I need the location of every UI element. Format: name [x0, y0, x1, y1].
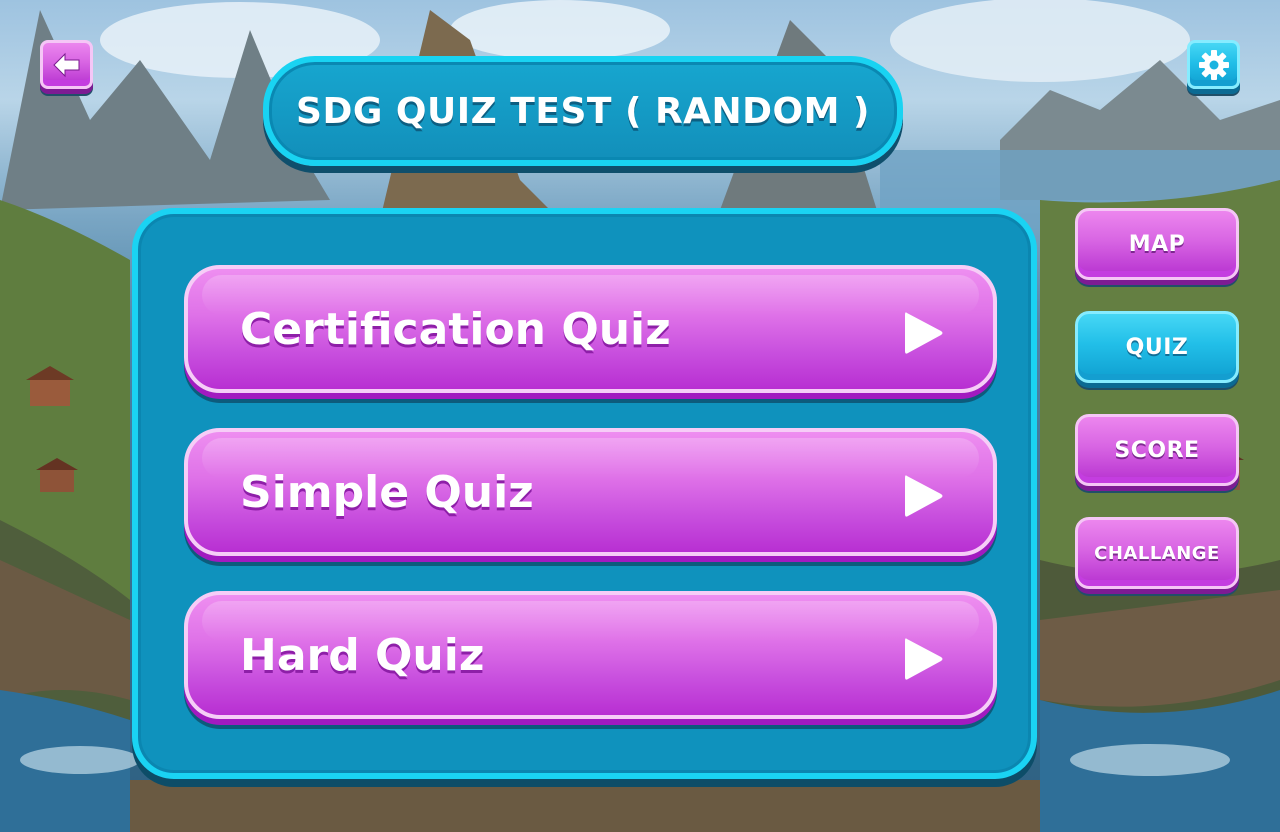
nav-challange-label: CHALLANGE — [1094, 542, 1220, 564]
nav-score-button[interactable]: SCORE — [1075, 414, 1239, 486]
back-arrow-icon — [43, 43, 90, 86]
play-icon — [905, 475, 943, 517]
nav-challange-button[interactable]: CHALLANGE — [1075, 517, 1239, 589]
gear-icon — [1190, 43, 1237, 86]
settings-button[interactable] — [1187, 40, 1240, 89]
hard-quiz-button[interactable]: Hard Quiz — [184, 591, 997, 719]
quiz-option-label: Simple Quiz — [240, 466, 534, 518]
page-title: SDG QUIZ TEST ( RANDOM ) — [296, 90, 870, 132]
nav-map-button[interactable]: MAP — [1075, 208, 1239, 280]
title-banner: SDG QUIZ TEST ( RANDOM ) — [263, 56, 903, 166]
simple-quiz-button[interactable]: Simple Quiz — [184, 428, 997, 556]
quiz-option-label: Hard Quiz — [240, 629, 485, 681]
quiz-options-panel: Certification Quiz Simple Quiz Hard Quiz — [132, 208, 1037, 779]
nav-quiz-button[interactable]: QUIZ — [1075, 311, 1239, 383]
play-icon — [905, 638, 943, 680]
nav-score-label: SCORE — [1114, 437, 1200, 463]
nav-map-label: MAP — [1128, 231, 1186, 257]
certification-quiz-button[interactable]: Certification Quiz — [184, 265, 997, 393]
nav-quiz-label: QUIZ — [1125, 334, 1189, 360]
play-icon — [905, 312, 943, 354]
quiz-option-label: Certification Quiz — [240, 303, 671, 355]
back-button[interactable] — [40, 40, 93, 89]
